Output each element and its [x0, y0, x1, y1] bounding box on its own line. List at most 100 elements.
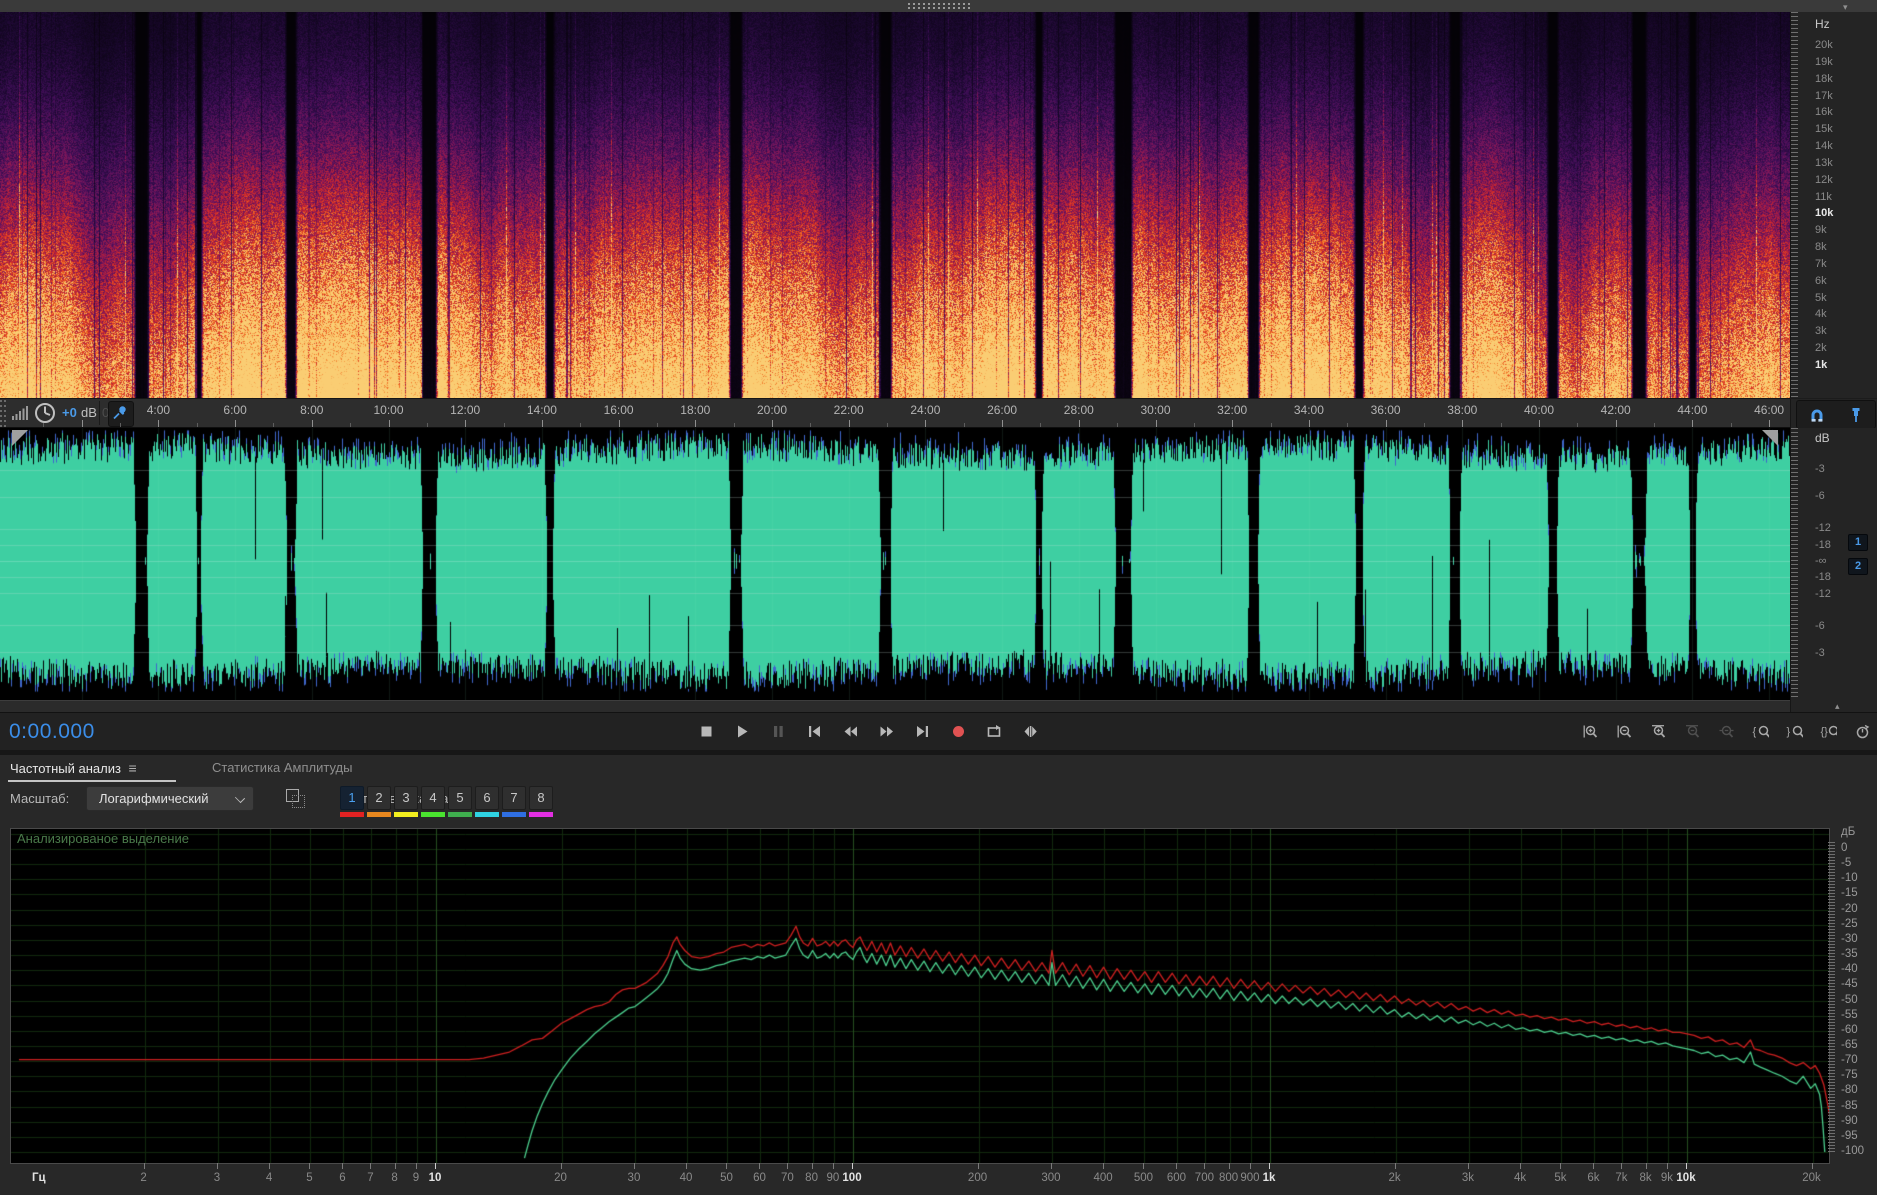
- fade-in-handle[interactable]: [12, 430, 28, 446]
- x-tick-label: 10k: [1676, 1172, 1696, 1184]
- transport-play-button[interactable]: [730, 719, 755, 744]
- amplitude-ruler[interactable]: dB -3 -6 -12 -18 -∞ -18 -12 -6 -3 1 2: [1790, 428, 1877, 700]
- y-tick-label: -95: [1841, 1129, 1858, 1142]
- hz-ruler-label: 1k: [1815, 358, 1828, 371]
- db-ruler-label: -18: [1815, 538, 1831, 551]
- channel-badge[interactable]: 1: [1848, 534, 1868, 551]
- copy-graph-button[interactable]: [286, 789, 305, 808]
- transport-stop-button[interactable]: [694, 719, 719, 744]
- hold-button-6[interactable]: 6: [475, 786, 499, 817]
- x-tick: [269, 1163, 271, 1169]
- x-tick: [435, 1163, 436, 1169]
- zoom-to-selection-button: [1714, 719, 1739, 744]
- hz-ruler-label: 14k: [1815, 140, 1833, 153]
- timeline-tick: [1347, 423, 1349, 427]
- chevron-down-icon: [234, 792, 246, 804]
- transport-loop-button[interactable]: [982, 719, 1007, 744]
- transport-go-end-button[interactable]: [910, 719, 935, 744]
- ruler-scroll-down-icon[interactable]: ▴: [1835, 702, 1840, 711]
- x-tick-label: 90: [826, 1172, 840, 1184]
- y-tick-label: 0: [1841, 842, 1848, 854]
- tab-amplitude-statistics[interactable]: Статистика Амплитуды: [212, 760, 352, 775]
- hold-button-2[interactable]: 2: [367, 786, 391, 817]
- zoom-out-point-icon: }: [1787, 725, 1803, 738]
- hold-button-7[interactable]: 7: [502, 786, 526, 817]
- loop-icon: [987, 725, 1001, 737]
- hold-button-label: 4: [421, 786, 445, 810]
- y-tick-label: -50: [1841, 993, 1858, 1006]
- transport-pause-button[interactable]: [766, 719, 791, 744]
- x-tick: [633, 1163, 635, 1169]
- scale-select-value: Логарифмический: [99, 791, 209, 806]
- hold-button-label: 7: [502, 786, 526, 810]
- x-tick-label: 2k: [1388, 1172, 1401, 1184]
- channel-badge[interactable]: 2: [1848, 558, 1868, 575]
- horizontal-scrollbar[interactable]: [0, 700, 1790, 712]
- scale-select[interactable]: Логарифмический: [86, 786, 254, 811]
- hold-button-1[interactable]: 1: [340, 786, 364, 817]
- fade-out-handle[interactable]: [1762, 430, 1778, 446]
- frequency-ruler[interactable]: Hz ▾ 20k 19k 18k 17k 16k 15k 14k 13k 12k 11k 10k 9k…: [1790, 3, 1877, 398]
- timeline-label: 6:00: [223, 403, 247, 417]
- x-tick-label: 20: [554, 1172, 567, 1184]
- timeline-ruler[interactable]: +0 dB 00 4:006:008:0010:0012:0014:0016:0…: [0, 398, 1790, 428]
- rewind-icon: [844, 726, 857, 737]
- x-tick: [1143, 1163, 1145, 1169]
- zoom-out-vertical-button[interactable]: [1612, 719, 1637, 744]
- x-tick: [370, 1163, 372, 1169]
- panel-grip[interactable]: [0, 399, 7, 427]
- timeline-tick: [1615, 420, 1617, 427]
- timeline-tick: [43, 423, 45, 427]
- timeline-tick: [618, 420, 620, 427]
- hold-button-8[interactable]: 8: [529, 786, 553, 817]
- hz-ruler-label: 13k: [1815, 156, 1833, 169]
- panel-menu-icon[interactable]: ≡: [125, 760, 136, 776]
- hold-button-5[interactable]: 5: [448, 786, 472, 817]
- db-axis: дБ 0 -5 -10 -15 -20 -25 -30 -35 -40 -45 -50 -55 -60 -…: [1828, 824, 1877, 1195]
- transport-go-start-button[interactable]: [802, 719, 827, 744]
- timeline-tick: [81, 420, 83, 427]
- tab-frequency-analysis[interactable]: Частотный анализ ≡: [10, 760, 137, 776]
- x-tick-label: 60: [753, 1172, 766, 1184]
- timeline-tick: [695, 420, 697, 427]
- timeline-tick: [1500, 423, 1502, 427]
- x-tick: [1520, 1163, 1522, 1169]
- x-tick-label: 800: [1218, 1172, 1239, 1184]
- transport-rewind-button[interactable]: [838, 719, 863, 744]
- zoom-in-vertical-button[interactable]: [1578, 719, 1603, 744]
- time-display[interactable]: 0:00.000: [9, 720, 95, 744]
- y-tick-label: -45: [1841, 978, 1858, 991]
- y-tick-label: -25: [1841, 917, 1858, 930]
- transport-skip-selection-button[interactable]: [1018, 719, 1043, 744]
- marker-pin-button[interactable]: [1843, 402, 1868, 427]
- fast-forward-icon: [880, 726, 893, 737]
- hold-button-3[interactable]: 3: [394, 786, 418, 817]
- timeline-tick: [848, 420, 850, 427]
- x-tick: [1645, 1163, 1647, 1169]
- x-tick: [1394, 1163, 1396, 1169]
- x-tick-label: 6k: [1587, 1172, 1600, 1184]
- zoom-in-point-button[interactable]: {: [1748, 719, 1773, 744]
- y-tick-label: -20: [1841, 902, 1858, 915]
- ruler-scroll-icon[interactable]: ▾: [1843, 3, 1848, 12]
- transport-buttons: [694, 719, 1043, 744]
- hold-color-strip: [475, 812, 499, 817]
- snapping-magnet-button[interactable]: [1804, 402, 1829, 427]
- zoom-out-point-button[interactable]: }: [1782, 719, 1807, 744]
- timeline-label: 4:00: [146, 403, 171, 417]
- x-tick: [977, 1163, 979, 1169]
- transport-record-button[interactable]: [946, 719, 971, 744]
- reset-zoom-button[interactable]: [1850, 719, 1875, 744]
- spectrogram-view[interactable]: [0, 12, 1790, 398]
- zoom-in-horizontal-button[interactable]: [1646, 719, 1671, 744]
- panel-drag-handle[interactable]: [908, 3, 970, 9]
- hold-color-strip: [502, 812, 526, 817]
- scroll-corner: ▴: [1790, 700, 1877, 712]
- zoom-selection-width-button[interactable]: {}: [1816, 719, 1841, 744]
- frequency-plot[interactable]: [11, 829, 1829, 1163]
- transport-fast-forward-button[interactable]: [874, 719, 899, 744]
- hold-button-4[interactable]: 4: [421, 786, 445, 817]
- x-tick-label: 80: [805, 1172, 818, 1184]
- x-tick-label: 9: [412, 1172, 420, 1184]
- waveform-view[interactable]: [0, 428, 1790, 700]
